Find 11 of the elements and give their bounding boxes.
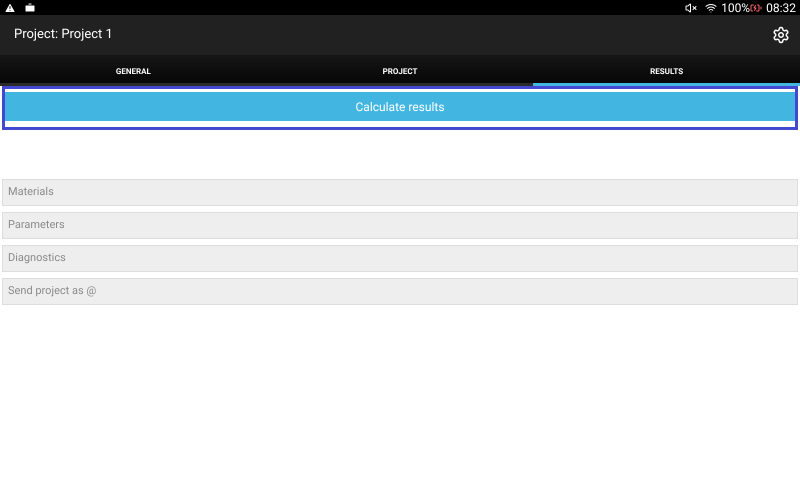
tab[interactable]: GENERAL (0, 55, 267, 86)
battery-level: 100% (721, 2, 750, 14)
clock: 08:32 (766, 2, 796, 14)
mute-icon (685, 2, 698, 14)
calculate-button[interactable]: Calculate results (5, 92, 795, 121)
tab[interactable]: RESULTS (533, 55, 800, 86)
settings-icon[interactable] (772, 26, 790, 44)
app-title: Project: Project 1 (14, 26, 114, 44)
battery-icon (750, 2, 762, 14)
wifi-icon (705, 2, 718, 14)
tab[interactable]: PROJECT (266, 55, 534, 86)
